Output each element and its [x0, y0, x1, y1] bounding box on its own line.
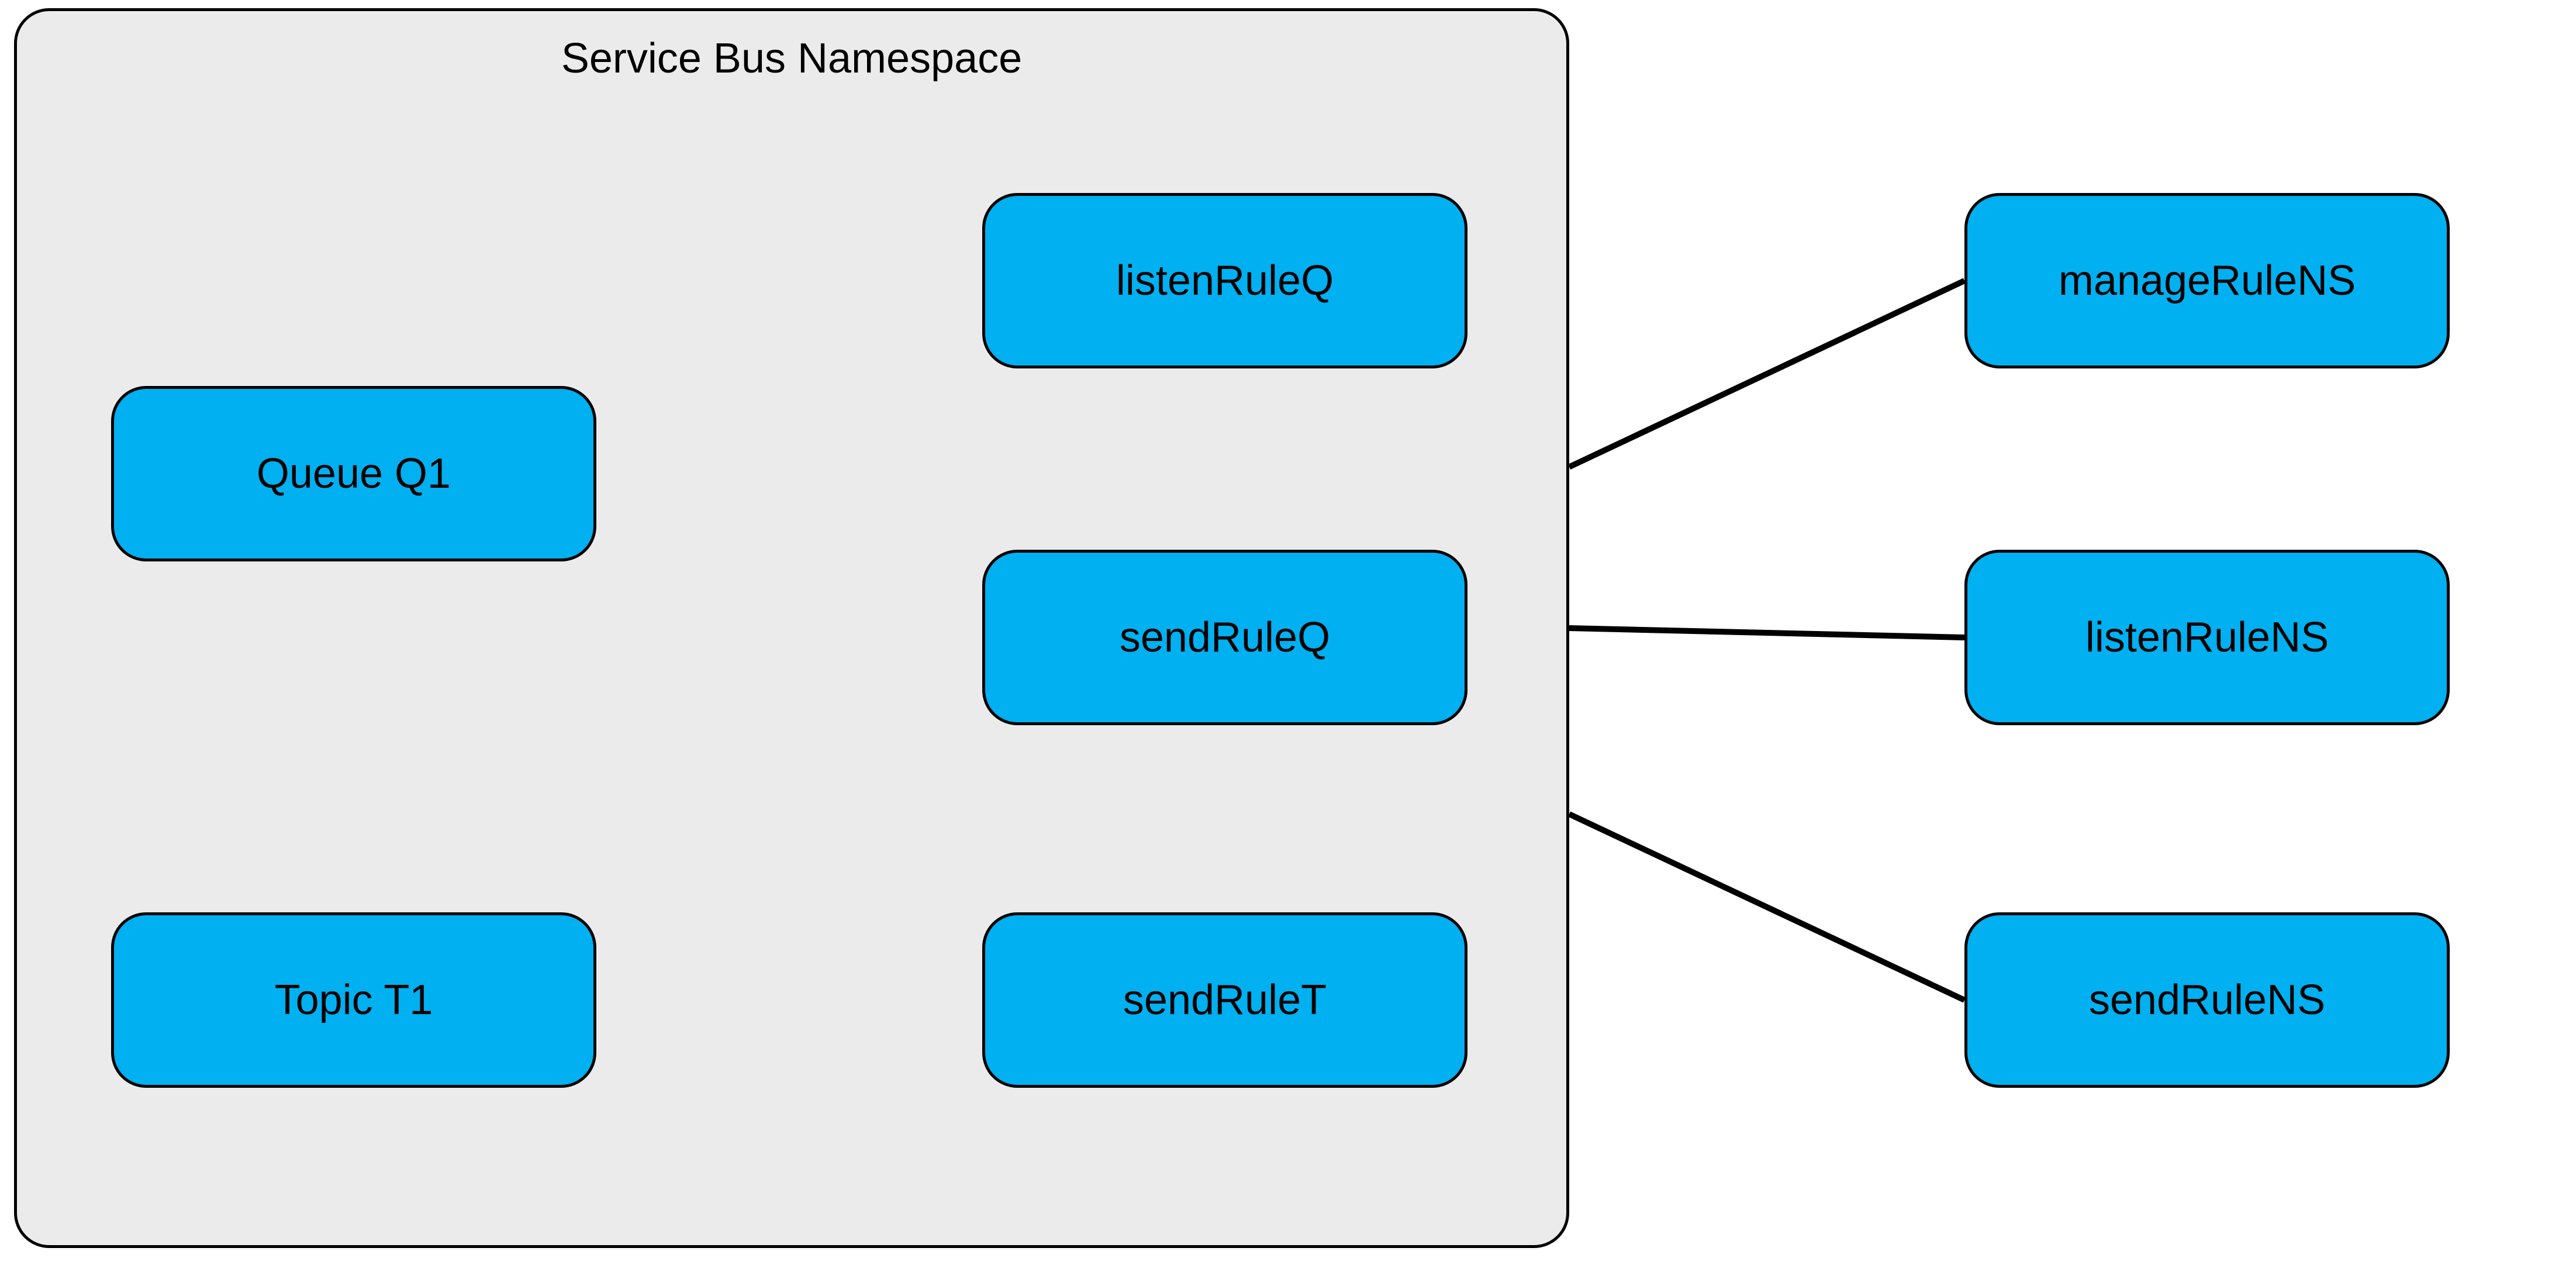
listen-rule-ns-label: listenRuleNS: [2085, 613, 2329, 661]
topic-t1-label: Topic T1: [275, 976, 433, 1024]
queue-q1-node: Queue Q1: [111, 386, 596, 561]
listen-rule-q-label: listenRuleQ: [1116, 257, 1334, 305]
listen-rule-ns-node: listenRuleNS: [1964, 550, 2450, 725]
topic-t1-node: Topic T1: [111, 912, 596, 1088]
send-rule-ns-node: sendRuleNS: [1964, 912, 2450, 1088]
connector-line: [1569, 814, 1964, 1000]
send-rule-ns-label: sendRuleNS: [2089, 976, 2325, 1024]
send-rule-q-node: sendRuleQ: [982, 550, 1467, 725]
connector-line: [1569, 281, 1964, 467]
listen-rule-q-node: listenRuleQ: [982, 193, 1467, 368]
namespace-title: Service Bus Namespace: [17, 35, 1566, 82]
manage-rule-ns-label: manageRuleNS: [2059, 257, 2356, 305]
manage-rule-ns-node: manageRuleNS: [1964, 193, 2450, 368]
send-rule-t-node: sendRuleT: [982, 912, 1467, 1088]
send-rule-q-label: sendRuleQ: [1120, 613, 1330, 661]
send-rule-t-label: sendRuleT: [1123, 976, 1327, 1024]
queue-q1-label: Queue Q1: [257, 450, 451, 498]
connector-line: [1569, 628, 1964, 637]
diagram-canvas: Service Bus Namespace Queue Q1 Topic T1 …: [0, 0, 2576, 1265]
